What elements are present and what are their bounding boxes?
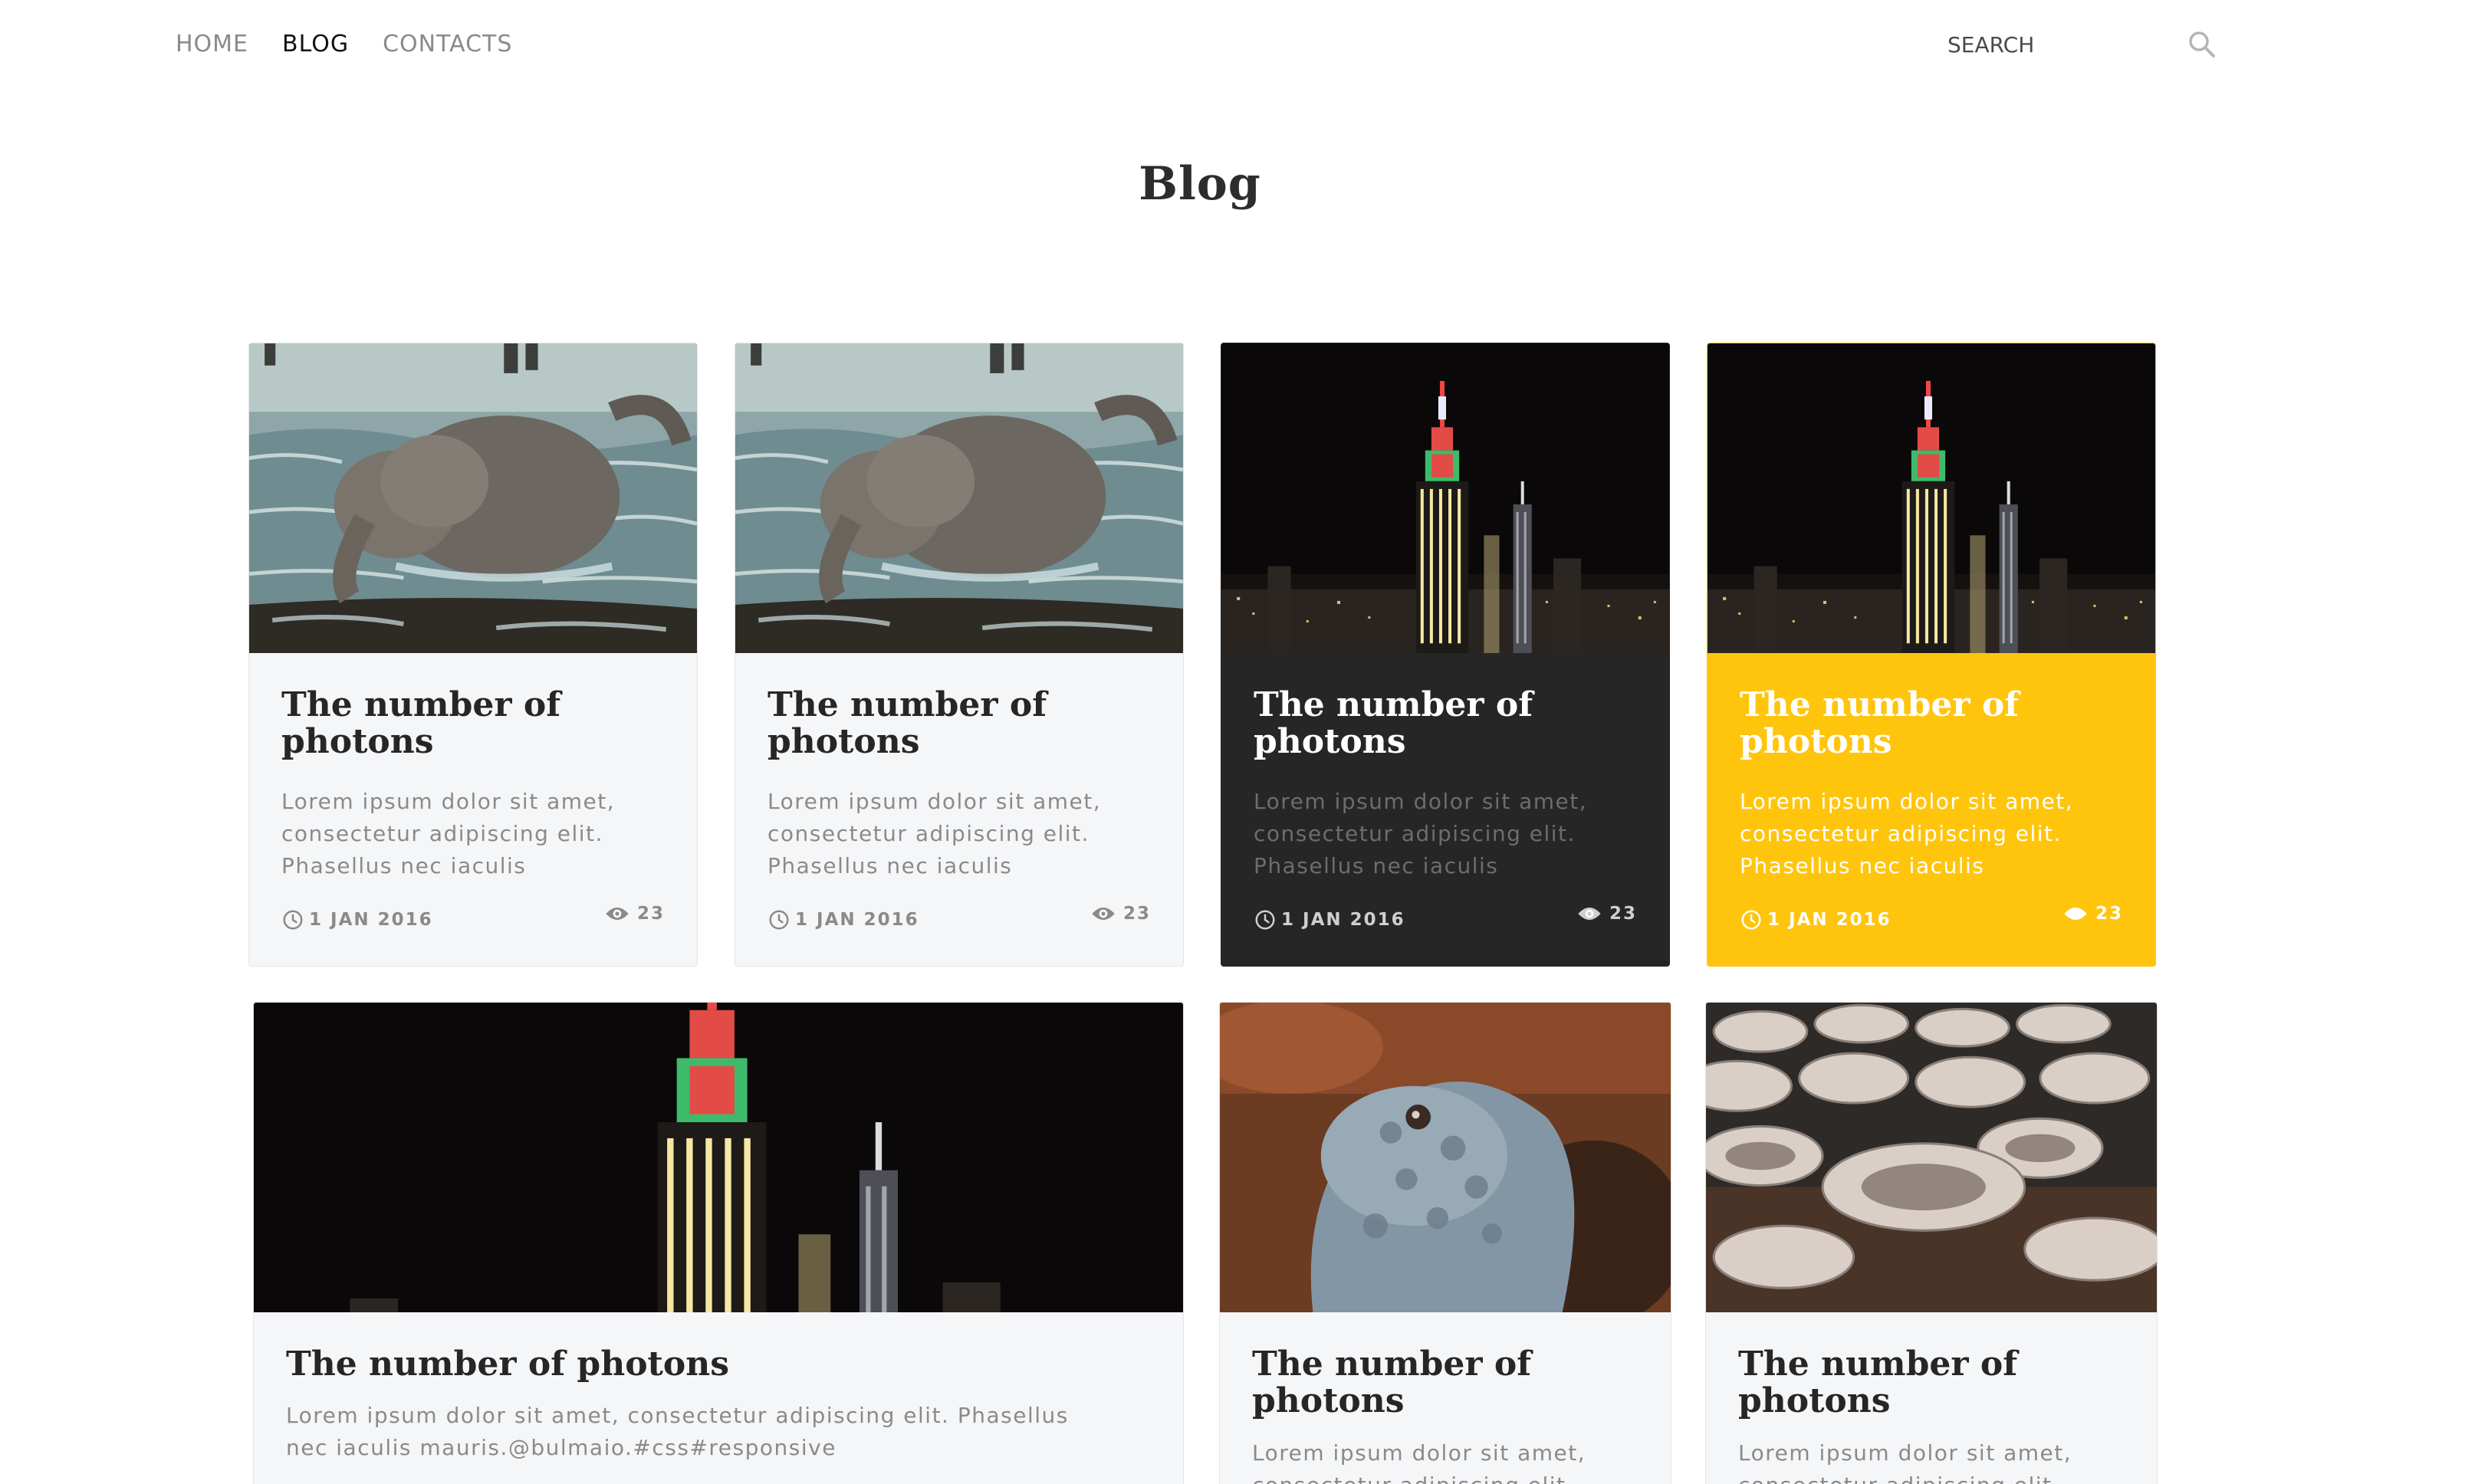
views-meta: 23 bbox=[2063, 904, 2123, 924]
eye-icon bbox=[1091, 905, 1116, 922]
card-excerpt: Lorem ipsum dolor sit amet, consectetur … bbox=[281, 789, 616, 878]
post-date: 1 JAN 2016 bbox=[1767, 910, 1892, 930]
night-city-image bbox=[254, 1003, 1183, 1312]
date-meta: 1 JAN 2016 bbox=[767, 908, 919, 931]
cheese-image bbox=[1706, 1003, 2157, 1312]
card-title[interactable]: The number of photons bbox=[1254, 687, 1646, 760]
view-count: 23 bbox=[2095, 904, 2123, 924]
card-excerpt: Lorem ipsum dolor sit amet, consectetur … bbox=[1740, 789, 2074, 878]
nav-link-contacts[interactable]: CONTACTS bbox=[383, 29, 512, 60]
card-excerpt: Lorem ipsum dolor sit amet, consectetur … bbox=[1254, 789, 1588, 878]
card-title[interactable]: The number of photons bbox=[1252, 1346, 1648, 1420]
view-count: 23 bbox=[636, 904, 665, 924]
night-city-image bbox=[1708, 343, 2155, 653]
blog-page: HOME BLOG CONTACTS Blog The number of ph… bbox=[0, 0, 2475, 1484]
eye-icon bbox=[2063, 905, 2088, 922]
view-count: 23 bbox=[1122, 904, 1151, 924]
post-date: 1 JAN 2016 bbox=[795, 910, 919, 930]
nav-link-home[interactable]: HOME bbox=[176, 29, 248, 60]
card-excerpt: Lorem ipsum dolor sit amet, consectetur … bbox=[286, 1403, 1069, 1460]
eye-icon bbox=[605, 905, 629, 922]
blog-card[interactable]: The number of photons Lorem ipsum dolor … bbox=[1219, 1002, 1671, 1484]
clock-icon bbox=[1254, 908, 1277, 931]
clock-icon bbox=[281, 908, 304, 931]
post-date: 1 JAN 2016 bbox=[1281, 910, 1405, 930]
view-count: 23 bbox=[1609, 904, 1637, 924]
nav-links: HOME BLOG CONTACTS bbox=[176, 29, 512, 60]
card-meta: 1 JAN 2016 23 bbox=[281, 904, 665, 936]
page-title: Blog bbox=[1139, 157, 1261, 211]
clock-icon bbox=[1740, 908, 1763, 931]
card-excerpt: Lorem ipsum dolor sit amet, consectetur … bbox=[1252, 1440, 1586, 1484]
top-navigation: HOME BLOG CONTACTS bbox=[0, 0, 2475, 92]
clock-icon bbox=[767, 908, 790, 931]
blog-card[interactable]: The number of photons Lorem ipsum dolor … bbox=[1707, 343, 2156, 967]
elephant-image bbox=[735, 343, 1183, 653]
card-meta: 1 JAN 2016 23 bbox=[1254, 904, 1637, 936]
card-title[interactable]: The number of photons bbox=[1738, 1346, 2134, 1420]
card-title[interactable]: The number of photons bbox=[1740, 687, 2132, 760]
search-input[interactable] bbox=[1947, 28, 2178, 61]
card-title[interactable]: The number of photons bbox=[767, 687, 1160, 760]
nav-link-blog[interactable]: BLOG bbox=[282, 29, 349, 60]
eye-icon bbox=[1577, 905, 1602, 922]
blog-card[interactable]: The number of photons Lorem ipsum dolor … bbox=[1221, 343, 1670, 967]
post-date: 1 JAN 2016 bbox=[309, 910, 433, 930]
card-title[interactable]: The number of photons bbox=[286, 1346, 1160, 1383]
magnifier-icon[interactable] bbox=[2187, 29, 2217, 60]
blog-card[interactable]: The number of photons Lorem ipsum dolor … bbox=[735, 343, 1184, 967]
iguana-image bbox=[1220, 1003, 1671, 1312]
date-meta: 1 JAN 2016 bbox=[1254, 908, 1405, 931]
search-box bbox=[1947, 28, 2224, 61]
card-title[interactable]: The number of photons bbox=[281, 687, 674, 760]
elephant-image bbox=[249, 343, 697, 653]
date-meta: 1 JAN 2016 bbox=[1740, 908, 1892, 931]
blog-card[interactable]: The number of photons Lorem ipsum dolor … bbox=[1705, 1002, 2158, 1484]
blog-card[interactable]: The number of photons Lorem ipsum dolor … bbox=[248, 343, 698, 967]
views-meta: 23 bbox=[1091, 904, 1151, 924]
card-excerpt: Lorem ipsum dolor sit amet, consectetur … bbox=[1738, 1440, 2072, 1484]
blog-card-wide[interactable]: The number of photons Lorem ipsum dolor … bbox=[253, 1002, 1184, 1484]
card-excerpt: Lorem ipsum dolor sit amet, consectetur … bbox=[767, 789, 1102, 878]
card-meta: 1 JAN 2016 23 bbox=[1740, 904, 2123, 936]
night-city-image bbox=[1221, 343, 1669, 653]
views-meta: 23 bbox=[1577, 904, 1637, 924]
views-meta: 23 bbox=[605, 904, 665, 924]
date-meta: 1 JAN 2016 bbox=[281, 908, 433, 931]
card-meta: 1 JAN 2016 23 bbox=[767, 904, 1151, 936]
